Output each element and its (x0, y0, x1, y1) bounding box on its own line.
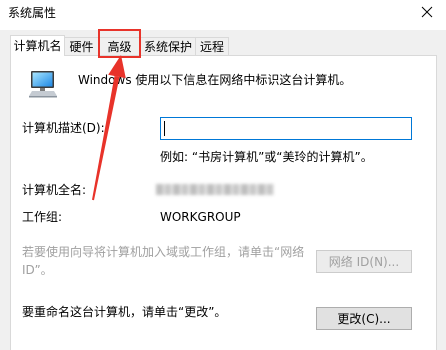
close-button[interactable] (418, 3, 436, 21)
intro-text: Windows 使用以下信息在网络中标识这台计算机。 (78, 73, 352, 87)
tab-system-protection[interactable]: 系统保护 (140, 37, 196, 55)
full-computer-name-label: 计算机全名: (22, 183, 87, 197)
workgroup-label: 工作组: (22, 210, 63, 224)
tab-hardware[interactable]: 硬件 (64, 37, 99, 55)
tab-computer-name[interactable]: 计算机名 (10, 35, 65, 56)
title-bar (0, 0, 446, 30)
rename-hint: 要重命名这台计算机，请单击“更改”。 (22, 305, 227, 319)
tab-remote[interactable]: 远程 (195, 37, 229, 55)
annotation-highlight-box (98, 29, 141, 58)
network-id-hint-line-1: 若要使用向导将计算机加入域或工作组，请单击“网络 (22, 245, 305, 259)
computer-description-input[interactable] (160, 117, 412, 140)
change-button[interactable]: 更改(C)... (316, 307, 412, 330)
network-id-button[interactable]: 网络 ID(N)... (316, 250, 412, 273)
workgroup-value: WORKGROUP (160, 210, 241, 224)
text-caret (164, 121, 165, 136)
window-title: 系统属性 (8, 6, 57, 20)
full-computer-name-value-obscured (156, 184, 274, 195)
network-id-hint-line-2: ID”。 (22, 263, 53, 277)
computer-description-example: 例如: “书房计算机”或“美玲的计算机”。 (160, 150, 373, 164)
computer-description-label: 计算机描述(D): (22, 121, 105, 135)
close-icon (421, 6, 433, 18)
computer-icon (28, 69, 58, 99)
